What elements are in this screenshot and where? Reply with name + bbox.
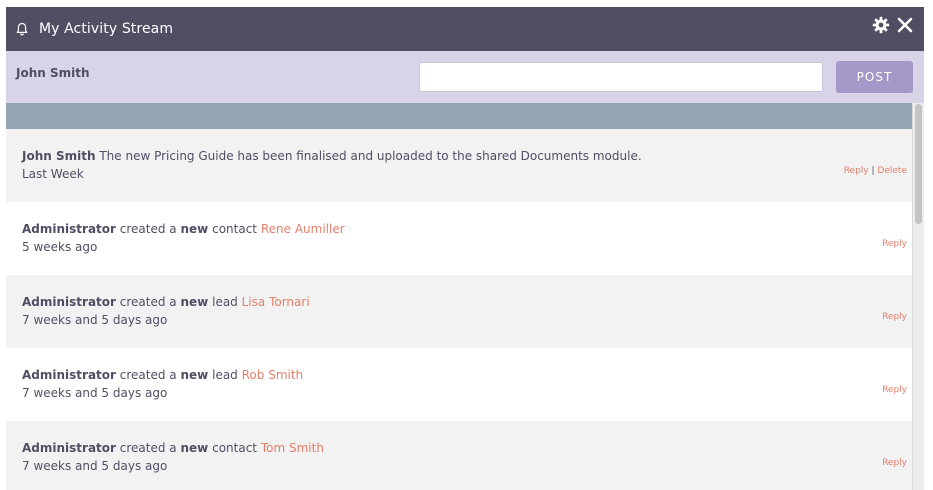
- activity-text: John Smith The new Pricing Guide has bee…: [22, 147, 924, 165]
- reply-link[interactable]: Reply: [882, 239, 907, 249]
- activity-actions: Reply: [882, 312, 907, 322]
- activity-record-type: contact: [212, 441, 258, 455]
- stream-header-bar: [6, 103, 924, 129]
- dashlet-title: My Activity Stream: [39, 21, 174, 37]
- activity-time: 7 weeks and 5 days ago: [22, 313, 168, 327]
- activity-new-label: new: [180, 222, 209, 236]
- activity-verb: created a: [119, 295, 177, 309]
- activity-list: John Smith The new Pricing Guide has bee…: [6, 129, 924, 490]
- reply-link[interactable]: Reply: [844, 166, 869, 176]
- activity-item: Administrator created a new contact Tom …: [6, 421, 924, 490]
- delete-link[interactable]: Delete: [877, 166, 907, 176]
- post-button[interactable]: POST: [836, 61, 913, 93]
- activity-time: 7 weeks and 5 days ago: [22, 386, 168, 400]
- bell-icon: [15, 22, 29, 36]
- activity-actor[interactable]: Administrator: [22, 441, 116, 455]
- activity-actor[interactable]: John Smith: [22, 149, 96, 163]
- post-input[interactable]: [419, 62, 823, 92]
- close-icon[interactable]: [896, 16, 914, 34]
- activity-item: Administrator created a new lead Lisa To…: [6, 275, 924, 348]
- activity-text: Administrator created a new contact Tom …: [22, 439, 924, 457]
- post-bar: John Smith POST: [6, 51, 924, 103]
- activity-stream-dashlet: My Activity Stream John Smith POST John …: [6, 7, 924, 490]
- activity-record-type: contact: [212, 222, 258, 236]
- activity-text: Administrator created a new lead Rob Smi…: [22, 366, 924, 384]
- scrollbar-thumb[interactable]: [915, 104, 922, 224]
- reply-link[interactable]: Reply: [882, 312, 907, 322]
- activity-actions: Reply | Delete: [844, 166, 907, 176]
- activity-time: 7 weeks and 5 days ago: [22, 459, 168, 473]
- activity-new-label: new: [180, 295, 209, 309]
- activity-actions: Reply: [882, 239, 907, 249]
- activity-new-label: new: [180, 368, 209, 382]
- activity-actions: Reply: [882, 458, 907, 468]
- activity-record-type: lead: [212, 295, 238, 309]
- record-link[interactable]: Rob Smith: [242, 368, 304, 382]
- activity-message: The new Pricing Guide has been finalised…: [99, 149, 642, 163]
- activity-actor[interactable]: Administrator: [22, 295, 116, 309]
- activity-record-type: lead: [212, 368, 238, 382]
- activity-item: Administrator created a new contact Rene…: [6, 202, 924, 275]
- activity-actor[interactable]: Administrator: [22, 368, 116, 382]
- activity-item: Administrator created a new lead Rob Smi…: [6, 348, 924, 421]
- activity-text: Administrator created a new contact Rene…: [22, 220, 924, 238]
- activity-item: John Smith The new Pricing Guide has bee…: [6, 129, 924, 202]
- reply-link[interactable]: Reply: [882, 458, 907, 468]
- activity-verb: created a: [119, 222, 177, 236]
- activity-verb: created a: [119, 368, 177, 382]
- header-actions: [872, 16, 914, 34]
- current-user-name: John Smith: [16, 66, 90, 80]
- activity-actor[interactable]: Administrator: [22, 222, 116, 236]
- dashlet-header: My Activity Stream: [6, 7, 924, 51]
- reply-link[interactable]: Reply: [882, 385, 907, 395]
- vertical-scrollbar[interactable]: [912, 103, 924, 490]
- activity-text: Administrator created a new lead Lisa To…: [22, 293, 924, 311]
- action-separator: |: [871, 166, 875, 176]
- record-link[interactable]: Tom Smith: [261, 441, 324, 455]
- activity-new-label: new: [180, 441, 209, 455]
- activity-time: 5 weeks ago: [22, 240, 98, 254]
- record-link[interactable]: Lisa Tornari: [242, 295, 310, 309]
- activity-time: Last Week: [22, 167, 84, 181]
- activity-actions: Reply: [882, 385, 907, 395]
- gear-icon[interactable]: [872, 16, 890, 34]
- activity-verb: created a: [119, 441, 177, 455]
- record-link[interactable]: Rene Aumiller: [261, 222, 345, 236]
